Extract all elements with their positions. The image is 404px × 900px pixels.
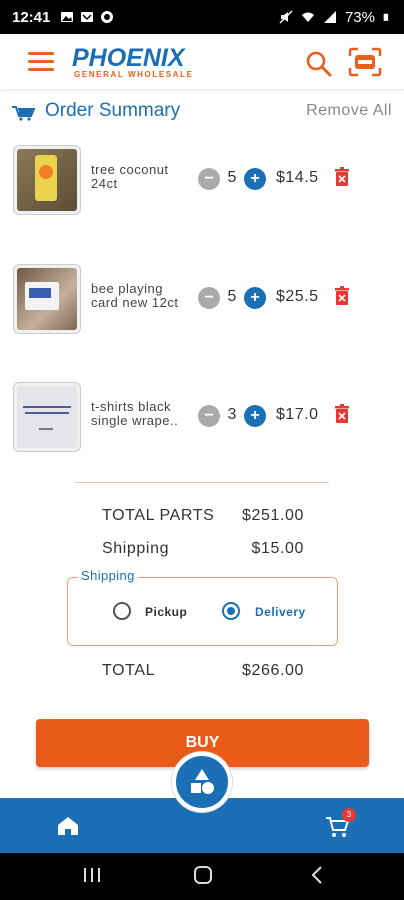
photo-icon bbox=[61, 12, 74, 22]
decrease-qty-button[interactable]: − bbox=[198, 168, 220, 190]
cart-item: tree coconut 24ct − 5 + $14.5 bbox=[0, 145, 404, 217]
trash-icon[interactable] bbox=[334, 167, 350, 187]
mail-icon bbox=[81, 12, 94, 22]
status-bar: 12:41 73% bbox=[0, 0, 404, 34]
delivery-radio[interactable] bbox=[222, 602, 240, 620]
whatsapp-icon bbox=[101, 11, 114, 23]
item-name: bee playing card new 12ct bbox=[91, 282, 179, 310]
product-image[interactable] bbox=[13, 145, 81, 215]
total-label: TOTAL bbox=[102, 662, 156, 679]
shipping-label: Shipping bbox=[102, 540, 170, 557]
total-value: $266.00 bbox=[241, 662, 304, 679]
total-parts-label: TOTAL PARTS bbox=[102, 507, 215, 524]
total-row: TOTAL $266.00 bbox=[0, 662, 404, 684]
app-header: PHOENIX GENERAL WHOLESALE bbox=[0, 34, 404, 90]
home-icon[interactable] bbox=[56, 815, 80, 837]
item-price: $14.5 bbox=[276, 169, 319, 186]
product-image[interactable] bbox=[13, 264, 81, 334]
trash-icon[interactable] bbox=[334, 404, 350, 424]
wifi-icon bbox=[301, 12, 314, 22]
increase-qty-button[interactable]: + bbox=[244, 287, 266, 309]
item-quantity: 3 bbox=[227, 406, 237, 423]
order-summary-header: Order Summary Remove All bbox=[0, 98, 404, 126]
pickup-label[interactable]: Pickup bbox=[145, 605, 187, 619]
search-icon[interactable] bbox=[305, 50, 333, 78]
item-quantity: 5 bbox=[227, 169, 237, 186]
increase-qty-button[interactable]: + bbox=[244, 168, 266, 190]
item-name: t-shirts black single wrape.. bbox=[91, 400, 179, 428]
cart-item: t-shirts black single wrape.. − 3 + $17.… bbox=[0, 382, 404, 454]
trash-icon[interactable] bbox=[334, 286, 350, 306]
item-price: $25.5 bbox=[276, 288, 319, 305]
item-price: $17.0 bbox=[276, 406, 319, 423]
scan-icon[interactable] bbox=[348, 47, 382, 77]
pickup-radio[interactable] bbox=[113, 602, 131, 620]
page-title: Order Summary bbox=[45, 100, 181, 121]
decrease-qty-button[interactable]: − bbox=[198, 405, 220, 427]
shipping-row: Shipping $15.00 bbox=[0, 540, 404, 562]
increase-qty-button[interactable]: + bbox=[244, 405, 266, 427]
total-parts-row: TOTAL PARTS $251.00 bbox=[0, 507, 404, 529]
back-icon[interactable] bbox=[310, 865, 324, 885]
menu-icon[interactable] bbox=[28, 52, 54, 72]
divider bbox=[75, 482, 329, 483]
phoenix-logo: PHOENIX GENERAL WHOLESALE bbox=[72, 44, 194, 80]
recents-icon[interactable] bbox=[83, 865, 101, 885]
cart-item: bee playing card new 12ct − 5 + $25.5 bbox=[0, 264, 404, 336]
product-image[interactable] bbox=[13, 382, 81, 452]
battery-percent: 73% bbox=[344, 8, 375, 26]
total-parts-value: $251.00 bbox=[241, 507, 304, 524]
mute-icon bbox=[279, 10, 293, 24]
item-name: tree coconut 24ct bbox=[91, 163, 169, 191]
remove-all-button[interactable]: Remove All bbox=[306, 102, 392, 120]
shipping-options: Shipping Pickup Delivery bbox=[67, 568, 338, 646]
shapes-button[interactable] bbox=[172, 752, 232, 812]
decrease-qty-button[interactable]: − bbox=[198, 287, 220, 309]
home-nav-icon[interactable] bbox=[193, 865, 213, 885]
signal-icon bbox=[323, 11, 336, 23]
cart-icon bbox=[12, 106, 36, 121]
shipping-value: $15.00 bbox=[251, 540, 304, 557]
delivery-label[interactable]: Delivery bbox=[255, 605, 306, 619]
system-nav-bar bbox=[0, 853, 404, 900]
cart-badge: 3 bbox=[342, 808, 356, 822]
item-quantity: 5 bbox=[227, 288, 237, 305]
battery-icon bbox=[383, 13, 389, 21]
shapes-icon bbox=[191, 769, 214, 794]
shipping-legend: Shipping bbox=[78, 568, 138, 583]
status-time: 12:41 bbox=[12, 8, 51, 26]
